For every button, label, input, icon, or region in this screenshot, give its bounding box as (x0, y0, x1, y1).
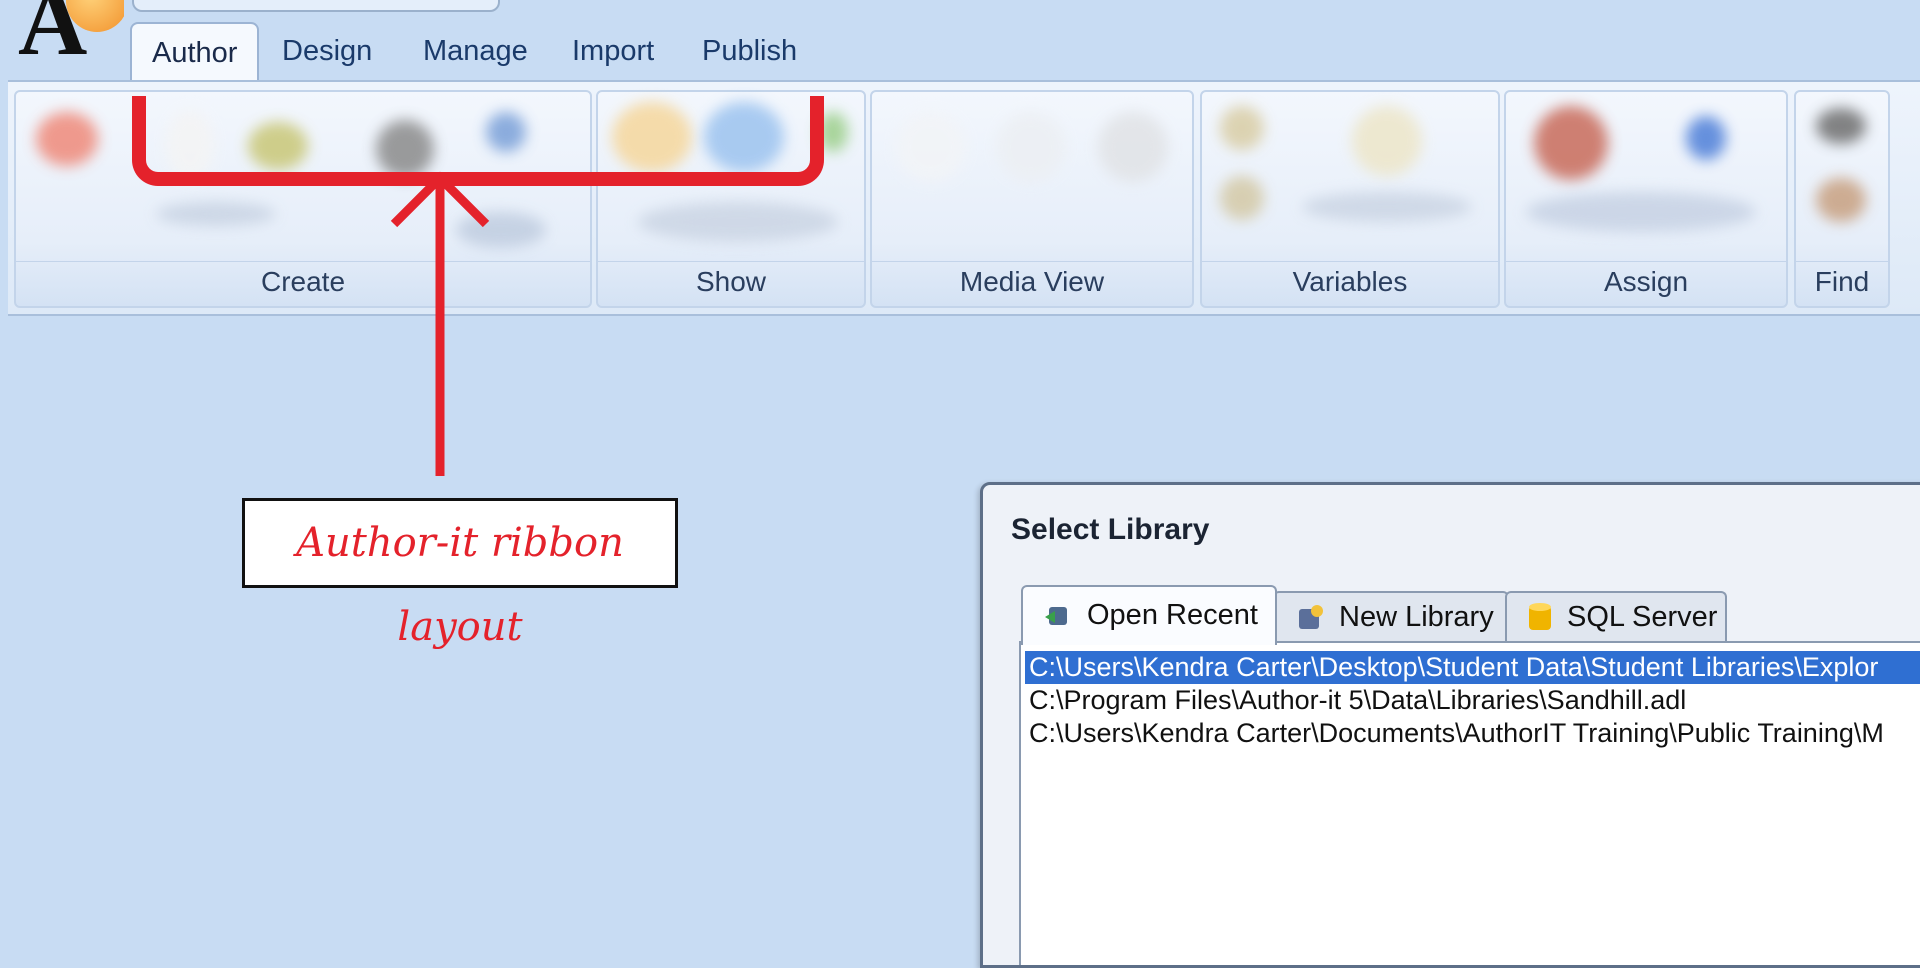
recent-library-list[interactable]: C:\Users\Kendra Carter\Desktop\Student D… (1019, 641, 1920, 965)
ribbon-tab-bar: Author Design Manage Import Publish (130, 22, 1920, 80)
dialog-title: Select Library (1011, 513, 1210, 546)
list-item[interactable]: C:\Users\Kendra Carter\Documents\AuthorI… (1025, 717, 1920, 750)
find-icon[interactable] (1816, 108, 1866, 144)
template-icon[interactable] (1534, 106, 1608, 180)
logo-letter: A (18, 0, 88, 62)
ribbon-group-find: Find (1794, 90, 1890, 308)
tab-label: Open Recent (1087, 599, 1258, 631)
release-state-icon[interactable] (1686, 116, 1726, 160)
assign-label-blur (1526, 192, 1756, 232)
ribbon-group-assign: Assign (1504, 90, 1788, 308)
annotation-caption: Author-it ribbon layout (242, 498, 678, 650)
tab-import[interactable]: Import (572, 22, 654, 78)
set-assignments-icon[interactable] (1352, 106, 1422, 176)
tab-publish[interactable]: Publish (702, 22, 797, 78)
tab-design[interactable]: Design (282, 22, 372, 78)
ribbon-group-label: Assign (1506, 261, 1786, 302)
new-library-icon (1299, 605, 1323, 630)
variable-icon[interactable] (1220, 106, 1264, 150)
variable-edit-icon[interactable] (1220, 176, 1264, 220)
select-library-dialog: Select Library Open Recent New Library S… (980, 482, 1920, 968)
list-item[interactable]: C:\Users\Kendra Carter\Desktop\Student D… (1025, 651, 1920, 684)
create-object-icon[interactable] (36, 112, 98, 166)
ribbon-group-label: Create (16, 261, 590, 302)
list-item[interactable]: C:\Program Files\Author-it 5\Data\Librar… (1025, 684, 1920, 717)
find-replace-icon[interactable] (1816, 178, 1866, 222)
ribbon-group-label: Media View (872, 261, 1192, 302)
app-logo[interactable]: A (8, 0, 124, 62)
tab-label: New Library (1339, 601, 1494, 633)
tab-new-library[interactable]: New Library (1273, 591, 1509, 641)
open-recent-icon (1045, 607, 1067, 626)
tab-manage[interactable]: Manage (423, 22, 528, 78)
show-label-blur (638, 202, 838, 242)
tab-sql-server[interactable]: SQL Server (1505, 591, 1727, 641)
tab-label: SQL Server (1567, 601, 1718, 633)
media-details-icon[interactable] (996, 112, 1066, 182)
ribbon-group-label: Variables (1202, 261, 1498, 302)
create-label-blur (156, 202, 276, 226)
tab-open-recent[interactable]: Open Recent (1021, 585, 1277, 645)
media-thumbs-icon[interactable] (896, 112, 966, 182)
tab-author[interactable]: Author (130, 22, 260, 80)
ribbon-group-label: Find (1796, 261, 1888, 302)
variables-label-blur (1302, 192, 1472, 222)
quick-access-toolbar[interactable] (132, 0, 500, 12)
annotation-arrow-icon (390, 171, 490, 476)
database-icon (1529, 603, 1551, 631)
media-list-icon[interactable] (1098, 112, 1168, 182)
ribbon-group-label: Show (598, 261, 864, 302)
ribbon-group-media-view: Media View (870, 90, 1194, 308)
ribbon-group-variables: Variables (1200, 90, 1500, 308)
